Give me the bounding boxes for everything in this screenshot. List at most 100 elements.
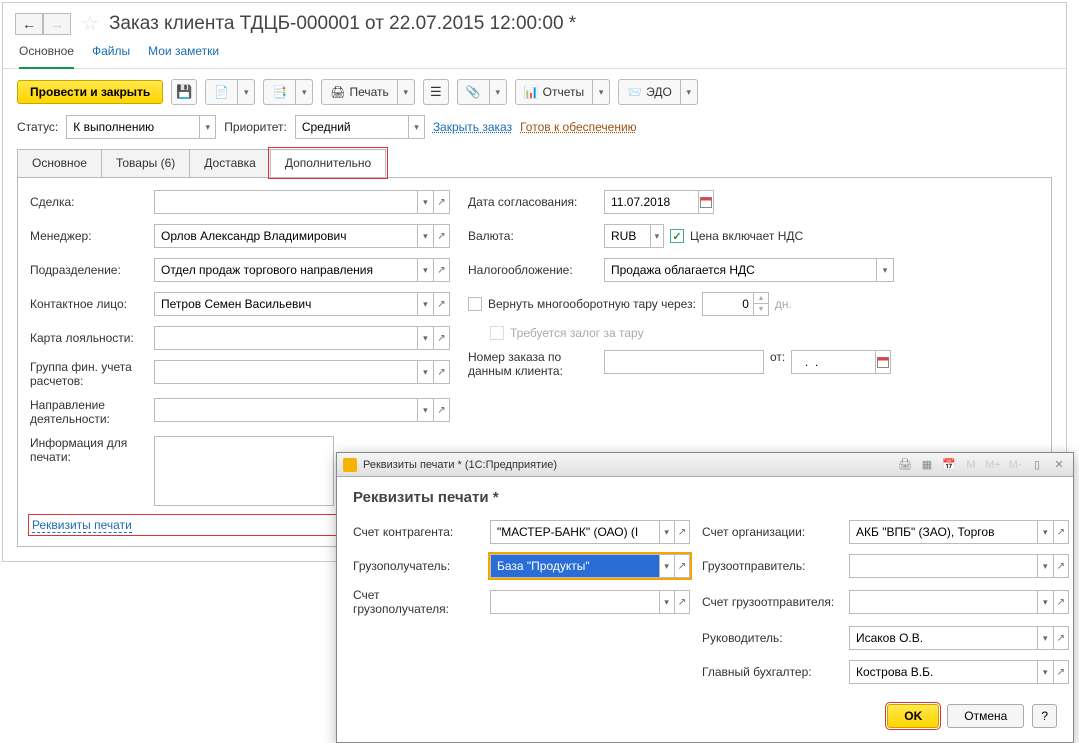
- titlebar-printer-icon[interactable]: 🖨: [897, 457, 913, 473]
- fingroup-combo[interactable]: ▾↗: [154, 360, 450, 384]
- reports-dropdown[interactable]: 📊Отчеты ▾: [515, 79, 610, 105]
- chevron-down-icon[interactable]: ▾: [417, 399, 433, 421]
- tab-main[interactable]: Основное: [17, 149, 102, 177]
- print-details-link[interactable]: Реквизиты печати: [32, 518, 132, 533]
- calendar-icon[interactable]: [875, 351, 890, 373]
- client-order-input[interactable]: [605, 351, 763, 373]
- chevron-down-icon[interactable]: ▾: [408, 116, 424, 138]
- chevron-down-icon[interactable]: ▾: [1037, 591, 1052, 613]
- org-account-input[interactable]: [850, 521, 1037, 543]
- print-dropdown[interactable]: 🖨Печать ▾: [321, 79, 415, 105]
- open-icon[interactable]: ↗: [433, 293, 449, 315]
- return-tare-checkbox[interactable]: [468, 297, 482, 311]
- currency-input[interactable]: [605, 225, 650, 247]
- tab-additional[interactable]: Дополнительно: [270, 149, 386, 177]
- client-order-date-input[interactable]: [792, 351, 875, 373]
- department-input[interactable]: [155, 259, 417, 281]
- open-icon[interactable]: ↗: [433, 191, 449, 213]
- open-icon[interactable]: ↗: [674, 591, 689, 613]
- titlebar-mplus-icon[interactable]: M+: [985, 457, 1001, 473]
- client-order-field[interactable]: [604, 350, 764, 374]
- post-dropdown[interactable]: 📄 ▾: [205, 79, 255, 105]
- status-input[interactable]: [67, 116, 199, 138]
- manager-input[interactable]: [155, 225, 417, 247]
- chevron-down-icon[interactable]: ▾: [659, 555, 674, 577]
- open-icon[interactable]: ↗: [1053, 555, 1068, 577]
- nav-forward-button[interactable]: →: [43, 13, 71, 35]
- list-button[interactable]: ☰: [423, 79, 449, 105]
- spinner-down-icon[interactable]: ▼: [754, 304, 768, 315]
- open-icon[interactable]: ↗: [1053, 521, 1068, 543]
- open-icon[interactable]: ↗: [433, 259, 449, 281]
- consignee-account-combo[interactable]: ▾↗: [490, 590, 690, 614]
- chevron-down-icon[interactable]: ▾: [417, 327, 433, 349]
- chevron-down-icon[interactable]: ▾: [659, 521, 674, 543]
- accountant-combo[interactable]: ▾↗: [849, 660, 1069, 684]
- cancel-button[interactable]: Отмена: [947, 704, 1024, 728]
- open-icon[interactable]: ↗: [674, 555, 689, 577]
- shipper-combo[interactable]: ▾↗: [849, 554, 1069, 578]
- open-icon[interactable]: ↗: [433, 399, 449, 421]
- taxation-combo[interactable]: ▾: [604, 258, 894, 282]
- open-icon[interactable]: ↗: [433, 327, 449, 349]
- priority-input[interactable]: [296, 116, 408, 138]
- counter-account-input[interactable]: [491, 521, 659, 543]
- chevron-down-icon[interactable]: ▾: [876, 259, 893, 281]
- return-tare-spinner[interactable]: ▲▼: [702, 292, 769, 316]
- calendar-icon[interactable]: [698, 191, 713, 213]
- save-button[interactable]: 💾: [171, 79, 197, 105]
- shipper-account-input[interactable]: [850, 591, 1037, 613]
- contact-input[interactable]: [155, 293, 417, 315]
- ready-supply-link[interactable]: Готов к обеспечению: [520, 120, 637, 134]
- navtab-files[interactable]: Файлы: [92, 44, 130, 58]
- chevron-down-icon[interactable]: ▾: [417, 191, 433, 213]
- loyalty-input[interactable]: [155, 327, 417, 349]
- deal-input[interactable]: [155, 191, 417, 213]
- org-account-combo[interactable]: ▾↗: [849, 520, 1069, 544]
- currency-combo[interactable]: ▾: [604, 224, 664, 248]
- spinner-up-icon[interactable]: ▲: [754, 293, 768, 304]
- chevron-down-icon[interactable]: ▾: [199, 116, 215, 138]
- ok-button[interactable]: OK: [887, 704, 939, 728]
- consignee-combo[interactable]: ▾↗: [490, 554, 690, 578]
- create-based-on-dropdown[interactable]: 📑 ▾: [263, 79, 313, 105]
- client-order-date-field[interactable]: [791, 350, 891, 374]
- fingroup-input[interactable]: [155, 361, 417, 383]
- chevron-down-icon[interactable]: ▾: [1037, 661, 1052, 683]
- consignee-account-input[interactable]: [491, 591, 659, 613]
- vat-checkbox[interactable]: ✓: [670, 229, 684, 243]
- taxation-input[interactable]: [605, 259, 876, 281]
- status-combo[interactable]: ▾: [66, 115, 216, 139]
- agreedate-input[interactable]: [605, 191, 698, 213]
- close-order-link[interactable]: Закрыть заказ: [433, 120, 512, 134]
- favorite-star-icon[interactable]: ☆: [81, 11, 99, 36]
- attachments-dropdown[interactable]: 📎 ▾: [457, 79, 507, 105]
- post-and-close-button[interactable]: Провести и закрыть: [17, 80, 163, 104]
- tab-delivery[interactable]: Доставка: [189, 149, 271, 177]
- open-icon[interactable]: ↗: [674, 521, 689, 543]
- chevron-down-icon[interactable]: ▾: [417, 259, 433, 281]
- titlebar-more-icon[interactable]: ▯: [1029, 457, 1045, 473]
- dialog-titlebar[interactable]: Реквизиты печати * (1С:Предприятие) 🖨 ▦ …: [337, 453, 1073, 477]
- titlebar-calc-icon[interactable]: ▦: [919, 457, 935, 473]
- open-icon[interactable]: ↗: [433, 225, 449, 247]
- nav-back-button[interactable]: ←: [15, 13, 43, 35]
- director-input[interactable]: [850, 627, 1037, 649]
- shipper-account-combo[interactable]: ▾↗: [849, 590, 1069, 614]
- consignee-input[interactable]: [491, 555, 659, 577]
- open-icon[interactable]: ↗: [433, 361, 449, 383]
- deal-combo[interactable]: ▾↗: [154, 190, 450, 214]
- agreedate-field[interactable]: [604, 190, 714, 214]
- help-button[interactable]: ?: [1032, 704, 1057, 728]
- priority-combo[interactable]: ▾: [295, 115, 425, 139]
- chevron-down-icon[interactable]: ▾: [1037, 555, 1052, 577]
- chevron-down-icon[interactable]: ▾: [417, 361, 433, 383]
- return-tare-input[interactable]: [703, 293, 753, 315]
- chevron-down-icon[interactable]: ▾: [1037, 627, 1052, 649]
- titlebar-calendar-icon[interactable]: 📅: [941, 457, 957, 473]
- chevron-down-icon[interactable]: ▾: [650, 225, 663, 247]
- shipper-input[interactable]: [850, 555, 1037, 577]
- titlebar-mminus-icon[interactable]: M-: [1007, 457, 1023, 473]
- navtab-main[interactable]: Основное: [19, 44, 74, 69]
- manager-combo[interactable]: ▾↗: [154, 224, 450, 248]
